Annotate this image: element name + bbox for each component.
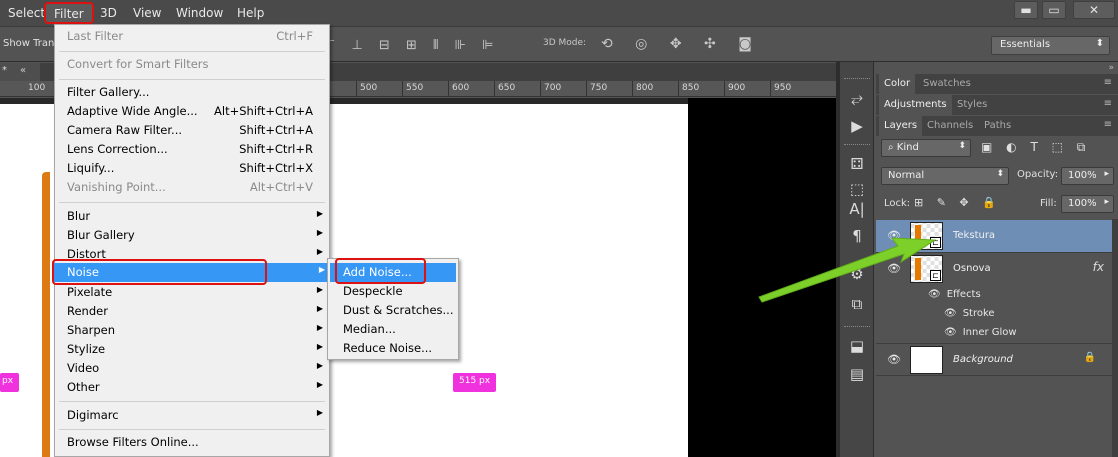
- arrow-shape: [758, 237, 937, 303]
- annotation-arrow: [758, 237, 937, 303]
